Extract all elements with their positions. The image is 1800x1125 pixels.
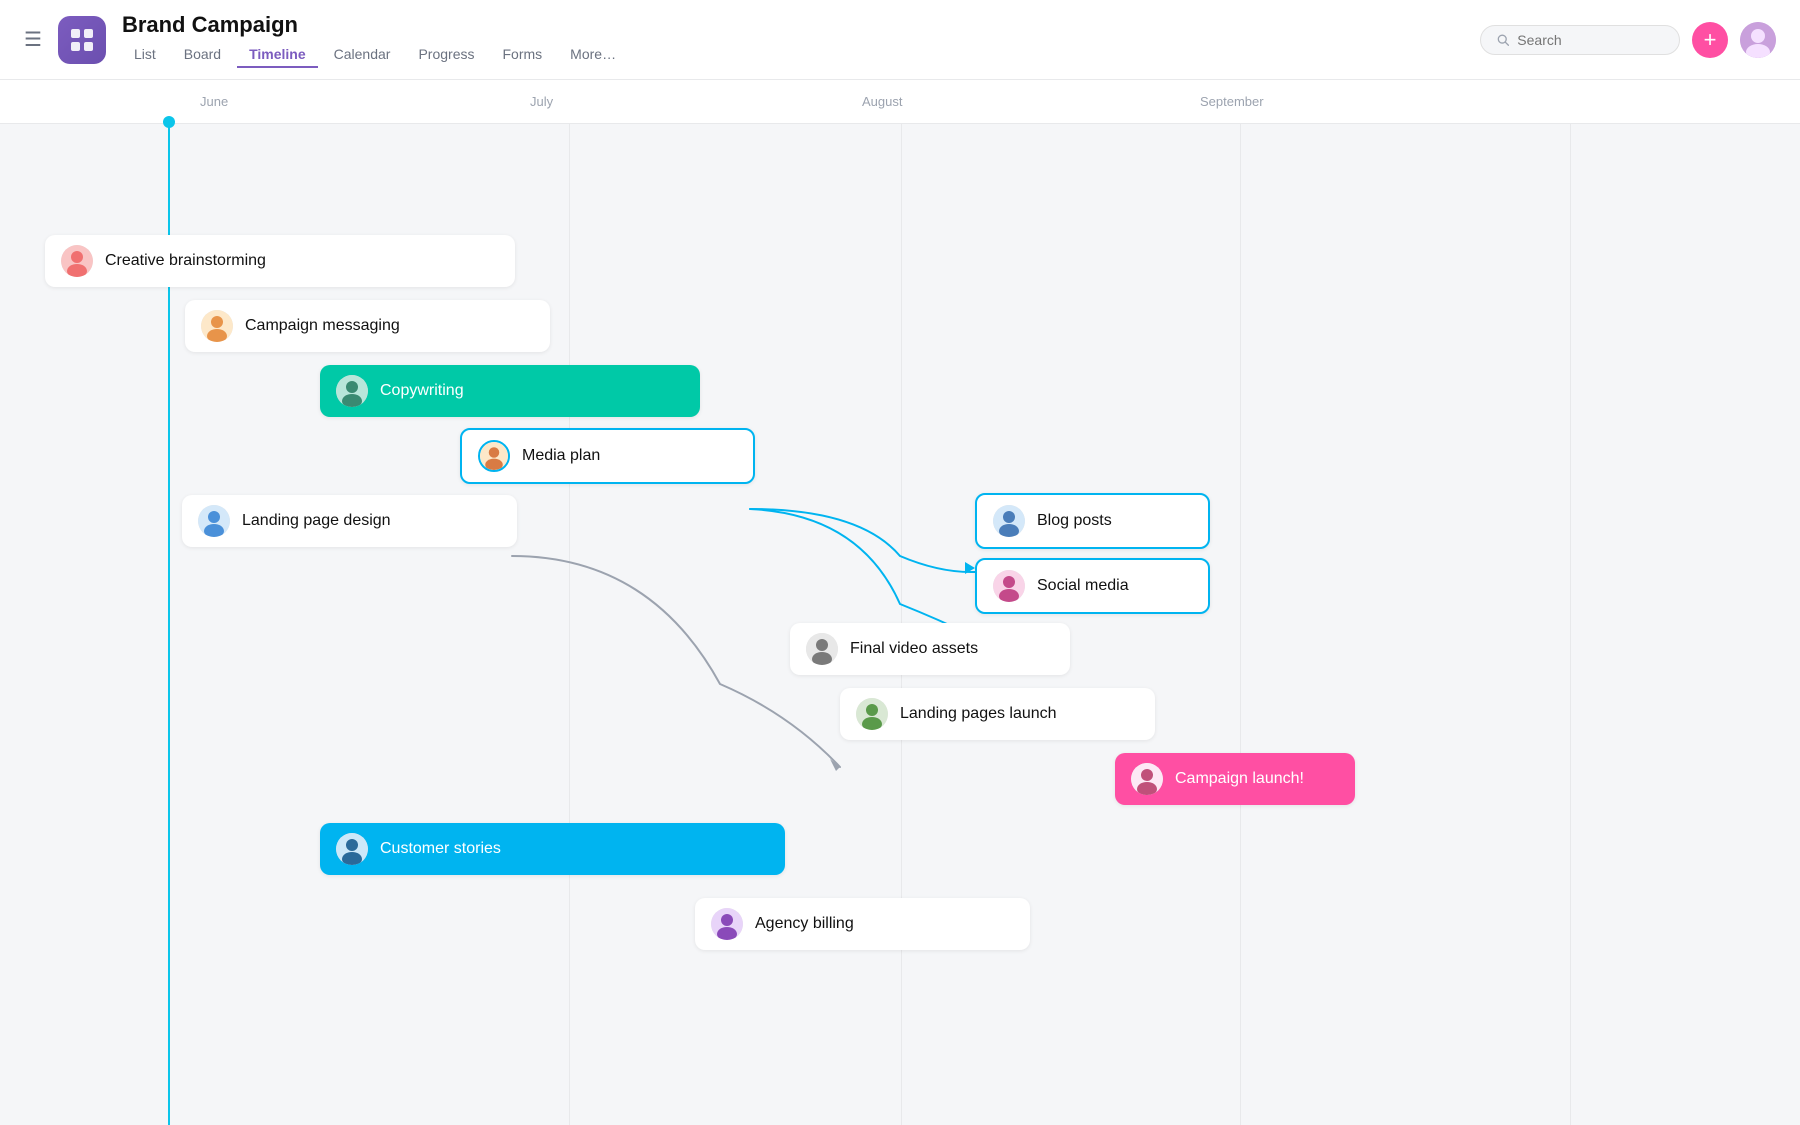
user-avatar[interactable] (1740, 22, 1776, 58)
task-campaign-launch[interactable]: Campaign launch! (1115, 753, 1355, 805)
task-campaign-messaging[interactable]: Campaign messaging (185, 300, 550, 352)
task-avatar (993, 505, 1025, 537)
task-label: Copywriting (380, 382, 464, 400)
tab-forms[interactable]: Forms (491, 42, 555, 68)
header-left: ☰ Brand Campaign List Board Timeline Cal… (24, 12, 628, 68)
month-july: July (530, 94, 553, 109)
task-label: Landing pages launch (900, 705, 1057, 723)
task-label: Landing page design (242, 512, 391, 530)
add-button[interactable]: + (1692, 22, 1728, 58)
tab-progress[interactable]: Progress (406, 42, 486, 68)
task-label: Customer stories (380, 840, 501, 858)
month-september: September (1200, 94, 1264, 109)
grid-line-5 (1570, 124, 1571, 1125)
month-august: August (862, 94, 902, 109)
header-right: + (1480, 22, 1776, 58)
search-input[interactable] (1517, 32, 1663, 48)
app-logo-icon (58, 16, 106, 64)
task-avatar (993, 570, 1025, 602)
task-avatar (201, 310, 233, 342)
timeline-container: June July August September Creative brai… (0, 80, 1800, 1125)
tab-calendar[interactable]: Calendar (322, 42, 403, 68)
task-avatar (336, 375, 368, 407)
tab-board[interactable]: Board (172, 42, 233, 68)
task-social-media[interactable]: Social media (975, 558, 1210, 614)
task-landing-pages-launch[interactable]: Landing pages launch (840, 688, 1155, 740)
task-avatar (198, 505, 230, 537)
task-customer-stories[interactable]: Customer stories (320, 823, 785, 875)
project-title: Brand Campaign (122, 12, 628, 38)
task-label: Campaign messaging (245, 317, 400, 335)
task-media-plan[interactable]: Media plan (460, 428, 755, 484)
search-box[interactable] (1480, 25, 1680, 55)
task-creative-brainstorming[interactable]: Creative brainstorming (45, 235, 515, 287)
task-avatar (61, 245, 93, 277)
task-avatar (1131, 763, 1163, 795)
task-blog-posts[interactable]: Blog posts (975, 493, 1210, 549)
tab-more[interactable]: More… (558, 42, 628, 68)
task-landing-page-design[interactable]: Landing page design (182, 495, 517, 547)
task-label: Media plan (522, 447, 600, 465)
task-final-video-assets[interactable]: Final video assets (790, 623, 1070, 675)
task-avatar (856, 698, 888, 730)
hamburger-menu-icon[interactable]: ☰ (24, 27, 42, 52)
task-copywriting[interactable]: Copywriting (320, 365, 700, 417)
app-header: ☰ Brand Campaign List Board Timeline Cal… (0, 0, 1800, 80)
task-label: Creative brainstorming (105, 252, 266, 270)
task-avatar (336, 833, 368, 865)
task-agency-billing[interactable]: Agency billing (695, 898, 1030, 950)
task-label: Agency billing (755, 915, 854, 933)
month-header: June July August September (0, 80, 1800, 124)
task-avatar (711, 908, 743, 940)
tab-timeline[interactable]: Timeline (237, 42, 318, 68)
task-avatar (806, 633, 838, 665)
tab-list[interactable]: List (122, 42, 168, 68)
task-avatar (478, 440, 510, 472)
nav-tabs: List Board Timeline Calendar Progress Fo… (122, 42, 628, 68)
task-label: Social media (1037, 577, 1129, 595)
search-icon (1497, 33, 1509, 47)
task-label: Final video assets (850, 640, 978, 658)
grid-line-2 (569, 124, 570, 1125)
task-label: Campaign launch! (1175, 770, 1304, 788)
task-label: Blog posts (1037, 512, 1112, 530)
month-june: June (200, 94, 228, 109)
title-section: Brand Campaign List Board Timeline Calen… (122, 12, 628, 68)
grid-line-4 (1240, 124, 1241, 1125)
